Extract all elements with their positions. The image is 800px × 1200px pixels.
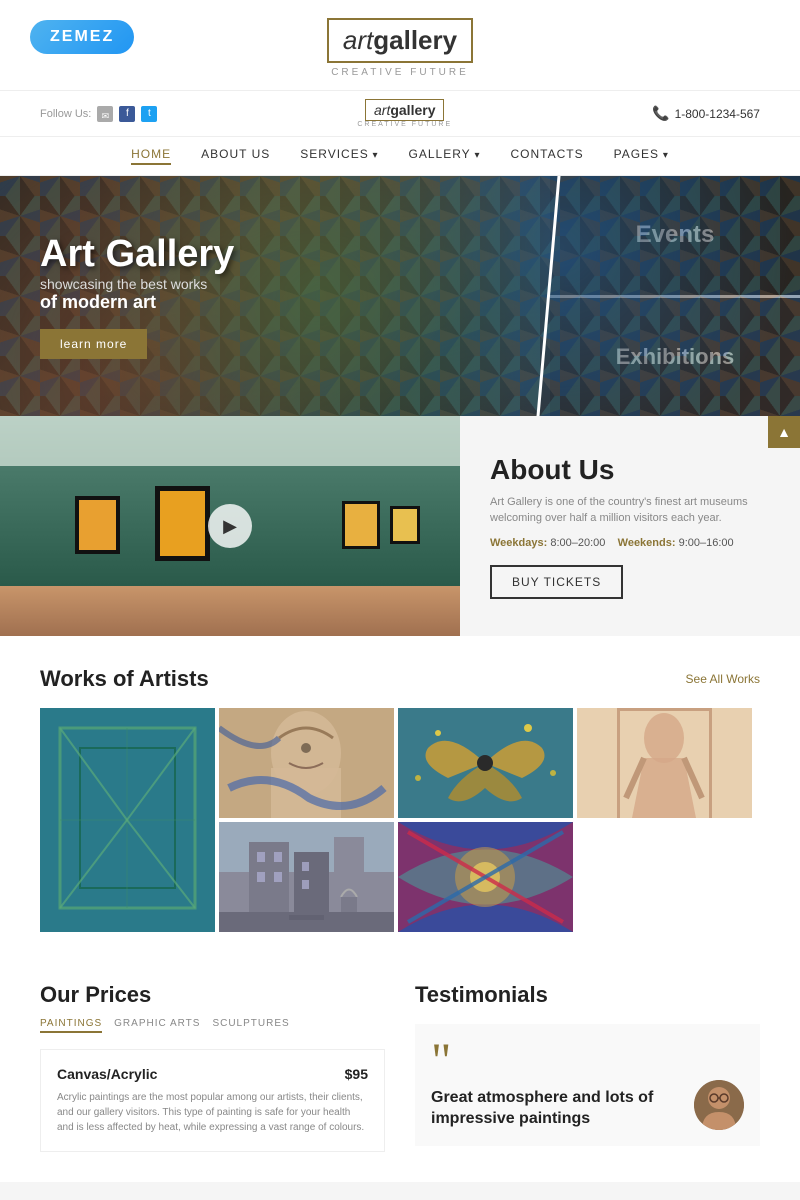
work-item-4[interactable]	[577, 708, 752, 818]
weekdays-label: Weekdays:	[490, 537, 547, 549]
phone-number: 1-800-1234-567	[675, 107, 760, 121]
scroll-top-button[interactable]: ▲	[768, 416, 800, 448]
prices-tabs: PAINTINGS GRAPHIC ARTS SCULPTURES	[40, 1018, 385, 1033]
about-info: About Us Art Gallery is one of the count…	[460, 416, 800, 636]
about-video-area: ▶	[0, 416, 460, 636]
testimonials-section: Testimonials " Great atmosphere and lots…	[415, 982, 760, 1152]
header-logo-tagline: CREATIVE FUTURE	[357, 121, 452, 128]
play-button[interactable]: ▶	[208, 504, 252, 548]
work-item-6[interactable]	[398, 822, 573, 932]
prices-tab-graphic-arts[interactable]: GRAPHIC ARTS	[114, 1018, 200, 1033]
work-item-2[interactable]	[219, 708, 394, 818]
brand-tagline: CREATIVE FUTURE	[331, 67, 469, 78]
about-hours: Weekdays: 8:00–20:00 Weekends: 9:00–16:0…	[490, 537, 770, 549]
works-grid	[40, 708, 760, 932]
nav-home[interactable]: HOME	[131, 147, 171, 165]
twitter-icon[interactable]: t	[141, 106, 157, 122]
zemez-badge: ZEMEZ	[30, 20, 134, 54]
weekends-hours: 9:00–16:00	[679, 537, 734, 549]
works-title: Works of Artists	[40, 666, 209, 692]
email-icon[interactable]: ✉	[97, 106, 113, 122]
nav-contacts[interactable]: CONTACTS	[510, 147, 583, 165]
prices-tab-paintings[interactable]: PAINTINGS	[40, 1018, 102, 1033]
hero-content-left: Art Gallery showcasing the best works of…	[0, 176, 550, 416]
hero-subtitle: showcasing the best works	[40, 276, 510, 292]
follow-us-label: Follow Us:	[40, 108, 91, 120]
brand-art: art	[343, 25, 373, 56]
nav-services[interactable]: SERVICES	[300, 147, 378, 165]
work-item-3[interactable]	[398, 708, 573, 818]
phone-area: 📞 1-800-1234-567	[652, 105, 760, 122]
works-section: Works of Artists See All Works	[0, 636, 800, 952]
prices-tab-sculptures[interactable]: SCULPTURES	[212, 1018, 289, 1033]
facebook-icon[interactable]: f	[119, 106, 135, 122]
price-card-amount: $95	[345, 1066, 368, 1082]
testimonial-avatar	[694, 1080, 744, 1130]
header-logo: art gallery CREATIVE FUTURE	[357, 99, 452, 128]
buy-tickets-button[interactable]: buy tickets	[490, 565, 623, 599]
nav-about[interactable]: ABOUT US	[201, 147, 270, 165]
price-card: Canvas/Acrylic $95 Acrylic paintings are…	[40, 1049, 385, 1152]
weekdays-hours: 8:00–20:00	[550, 537, 605, 549]
hero-subtitle2: of modern art	[40, 292, 510, 313]
testimonials-title: Testimonials	[415, 982, 760, 1008]
price-card-description: Acrylic paintings are the most popular a…	[57, 1090, 368, 1135]
phone-icon: 📞	[652, 105, 669, 122]
work-item-1[interactable]	[40, 708, 215, 932]
about-description: Art Gallery is one of the country's fine…	[490, 494, 770, 527]
main-nav: HOME ABOUT US SERVICES GALLERY CONTACTS …	[0, 137, 800, 176]
hero-learn-more-button[interactable]: learn more	[40, 329, 147, 359]
about-section: ▶ About Us Art Gallery is one of the cou…	[0, 416, 800, 636]
header-logo-art: art	[374, 102, 390, 118]
header-logo-gallery: gallery	[390, 102, 435, 118]
quote-mark: "	[431, 1040, 744, 1080]
see-all-works-link[interactable]: See All Works	[686, 672, 760, 686]
follow-us-area: Follow Us: ✉ f t	[40, 106, 157, 122]
brand-gallery: gallery	[373, 25, 457, 56]
prices-title: Our Prices	[40, 982, 385, 1008]
work-item-5[interactable]	[219, 822, 394, 932]
nav-pages[interactable]: PAGES	[614, 147, 669, 165]
bottom-section: Our Prices PAINTINGS GRAPHIC ARTS SCULPT…	[0, 952, 800, 1182]
about-title: About Us	[490, 454, 770, 486]
hero-title: Art Gallery	[40, 233, 510, 276]
nav-gallery[interactable]: GALLERY	[409, 147, 481, 165]
prices-section: Our Prices PAINTINGS GRAPHIC ARTS SCULPT…	[40, 982, 385, 1152]
testimonial-card: " Great atmosphere and lots of impressiv…	[415, 1024, 760, 1146]
hero-banner: Art Gallery showcasing the best works of…	[0, 176, 800, 416]
weekends-label: Weekends:	[618, 537, 676, 549]
price-card-title: Canvas/Acrylic	[57, 1066, 157, 1082]
